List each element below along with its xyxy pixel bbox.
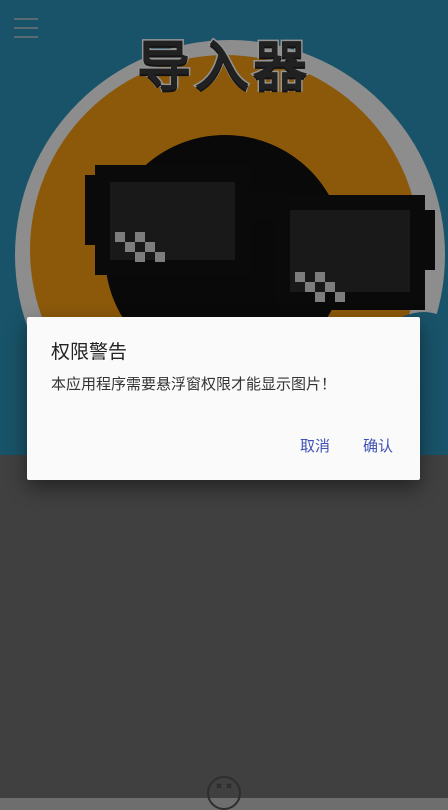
face-icon — [216, 783, 232, 789]
permission-warning-dialog: 权限警告 本应用程序需要悬浮窗权限才能显示图片！ 取消 确认 — [27, 317, 420, 480]
floating-face-button[interactable] — [207, 776, 241, 810]
dialog-title: 权限警告 — [51, 341, 128, 363]
cancel-button[interactable]: 取消 — [300, 435, 330, 456]
confirm-button[interactable]: 确认 — [363, 435, 393, 456]
dialog-message: 本应用程序需要悬浮窗权限才能显示图片！ — [51, 375, 337, 393]
